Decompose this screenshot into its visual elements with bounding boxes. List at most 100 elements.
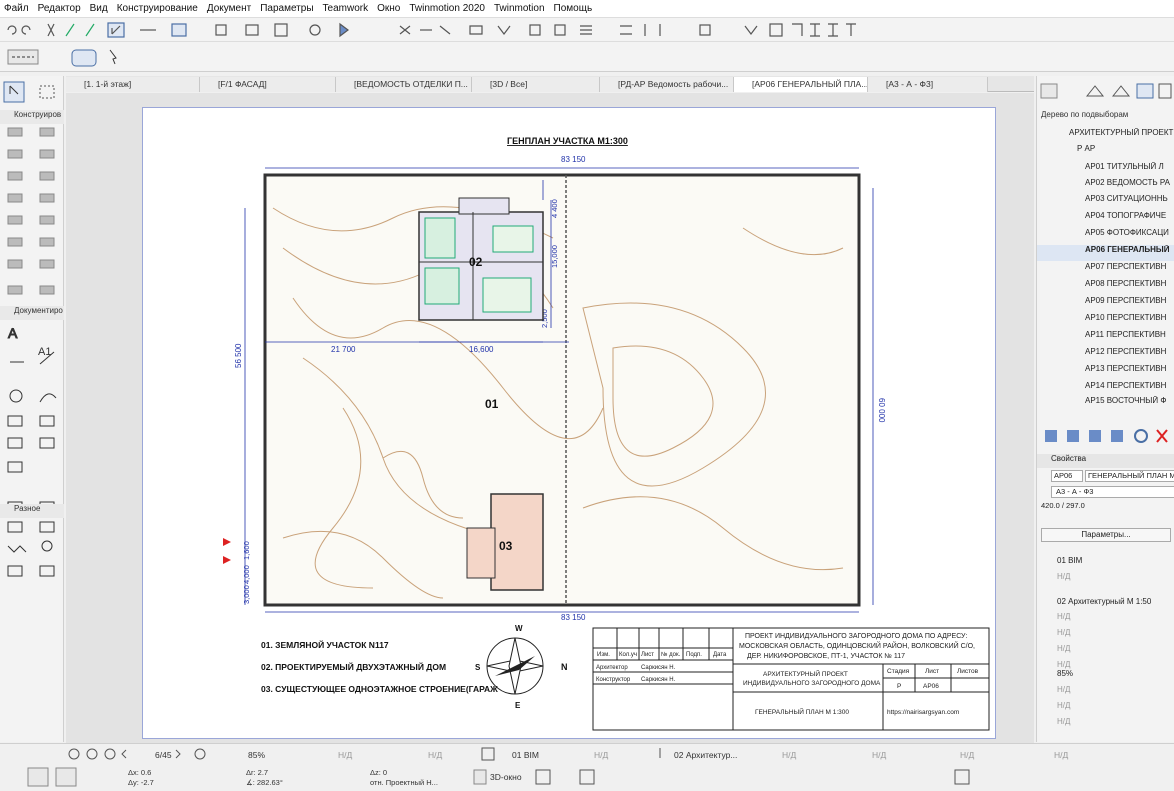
wall-icon: [7, 127, 23, 137]
tree-item-ar03[interactable]: АР03 СИТУАЦИОННЬ: [1037, 194, 1174, 210]
status-view[interactable]: 02 Архитектур...: [674, 750, 737, 760]
compass-rose: [486, 637, 544, 695]
zoom-in-icon: [86, 748, 98, 760]
menu-design[interactable]: Конструирование: [117, 3, 198, 14]
dim-16600: 16,600: [469, 345, 494, 354]
coord-reference[interactable]: отн. Проектный Н...: [370, 778, 438, 787]
group-icon: [529, 24, 541, 36]
toolbox: A Конструиров Документиро A1 Разное: [0, 76, 64, 742]
library-icon: [769, 23, 783, 37]
dim-4000: 4,000: [242, 565, 251, 584]
rp-nd-1[interactable]: Н/Д: [1037, 572, 1174, 588]
properties-header[interactable]: Свойства: [1037, 454, 1174, 468]
tb-sheet-title: ГЕНЕРАЛЬНЫЙ ПЛАН М 1:300: [755, 707, 849, 716]
menu-help[interactable]: Помощь: [554, 3, 593, 14]
tree-item-ar04[interactable]: АР04 ТОПОГРАФИЧЕ: [1037, 211, 1174, 227]
menu-teamwork[interactable]: Teamwork: [323, 3, 369, 14]
rp-nd-6[interactable]: Н/Д: [1037, 685, 1174, 701]
rp-nd-4[interactable]: Н/Д: [1037, 644, 1174, 660]
tree-item-ar11[interactable]: АР11 ПЕРСПЕКТИВН: [1037, 330, 1174, 346]
tab-rd-ar[interactable]: [РД-АР Ведомость рабочи...: [600, 77, 734, 92]
tree-item-ar13[interactable]: АР13 ПЕРСПЕКТИВН: [1037, 364, 1174, 380]
rp-layer[interactable]: 01 BIM: [1037, 556, 1174, 572]
rp-view[interactable]: 02 Архитектурный М 1:50: [1037, 597, 1174, 613]
tb-subject1: АРХИТЕКТУРНЫЙ ПРОЕКТ: [763, 669, 848, 678]
tree-item-ar01[interactable]: АР01 ТИТУЛЬНЫЙ Л: [1037, 162, 1174, 178]
menu-file[interactable]: Файл: [4, 3, 29, 14]
menu-options[interactable]: Параметры: [260, 3, 313, 14]
tb-stage: Р: [897, 683, 901, 690]
params-button[interactable]: Параметры...: [1041, 528, 1171, 542]
menu-edit[interactable]: Редактор: [38, 3, 81, 14]
guide-icon: [55, 767, 77, 787]
menu-twinmotion[interactable]: Twinmotion: [494, 3, 545, 14]
toolbar2-icons: [7, 49, 117, 67]
section-more[interactable]: Разное: [0, 504, 64, 518]
tree-item-ar08[interactable]: АР08 ПЕРСПЕКТИВН: [1037, 279, 1174, 295]
stair-icon: [7, 237, 23, 247]
menu-view[interactable]: Вид: [90, 3, 108, 14]
coord-dy: Δy: -2.7: [128, 778, 154, 787]
prop-id-field[interactable]: АР06: [1051, 470, 1083, 482]
roof-icon: [39, 193, 55, 203]
menu-twinmotion-2020[interactable]: Twinmotion 2020: [409, 3, 485, 14]
undo-icon: [7, 25, 17, 35]
tb-col-kol: Кол.уч: [619, 652, 637, 658]
rp-nd-7[interactable]: Н/Д: [1037, 701, 1174, 717]
section-design[interactable]: Конструиров: [0, 110, 64, 124]
tree-item-ar06[interactable]: АР06 ГЕНЕРАЛЬНЫЙ: [1037, 245, 1174, 261]
railing-icon: [39, 237, 55, 247]
3d-window-button[interactable]: 3D-окно: [490, 772, 522, 782]
tree-item-ar05[interactable]: АР05 ФОТОФИКСАЦИ: [1037, 228, 1174, 244]
polyline-icon: [39, 437, 55, 449]
new-subset-icon: [1067, 430, 1079, 442]
tab-ar06[interactable]: [АР06 ГЕНЕРАЛЬНЫЙ ПЛА...: [734, 77, 868, 92]
status-nd-3: Н/Д: [594, 750, 609, 760]
rp-nd-3[interactable]: Н/Д: [1037, 628, 1174, 644]
rp-zoom[interactable]: 85%: [1037, 669, 1174, 685]
tab-3d[interactable]: [3D / Все]: [472, 77, 600, 92]
zoom-level[interactable]: 85%: [248, 750, 265, 760]
tree-item-ar09[interactable]: АР09 ПЕРСПЕКТИВН: [1037, 296, 1174, 312]
tree-item-ar15[interactable]: АР15 ВОСТОЧНЫЙ Ф: [1037, 396, 1174, 412]
tree-item-ar07[interactable]: АР07 ПЕРСПЕКТИВН: [1037, 262, 1174, 278]
tree-item-ar10[interactable]: АР10 ПЕРСПЕКТИВН: [1037, 313, 1174, 329]
next-page-icon: [175, 749, 181, 759]
coord-dr: Δr: 2.7: [246, 768, 269, 777]
compass-n: N: [561, 662, 568, 672]
status-layer[interactable]: 01 BIM: [512, 750, 539, 760]
menu-window[interactable]: Окно: [377, 3, 400, 14]
grid-snap-icon: [171, 23, 187, 37]
tree-item-ar[interactable]: Р АР: [1037, 144, 1174, 160]
label-tool-text[interactable]: A1: [38, 346, 51, 358]
prop-layout-field[interactable]: А3 - А - Ф3: [1051, 486, 1174, 498]
compass-w: W: [515, 624, 523, 633]
tab-floor-1[interactable]: [1. 1-й этаж]: [66, 77, 200, 92]
zone-icon: [7, 285, 23, 295]
menu-document[interactable]: Документ: [207, 3, 251, 14]
layout-canvas[interactable]: 83 150 83 150 21 700 16,600 56 500 60 00…: [66, 93, 1034, 743]
trim-icon: [399, 25, 411, 35]
coord-dx: Δx: 0.6: [128, 768, 152, 777]
slab-icon: [7, 193, 23, 203]
tab-a3[interactable]: [А3 - А - Ф3]: [868, 77, 988, 92]
tab-finishing-schedule[interactable]: [ВЕДОМОСТЬ ОТДЕЛКИ П...: [336, 77, 472, 92]
rp-nd-8[interactable]: Н/Д: [1037, 717, 1174, 733]
adjust-icon: [439, 25, 451, 35]
info-box-toolbar: [0, 42, 1174, 72]
tree-item-ar14[interactable]: АР14 ПЕРСПЕКТИВН: [1037, 381, 1174, 397]
dim-15000: 15,000: [550, 245, 559, 268]
tree-item-ar12[interactable]: АР12 ПЕРСПЕКТИВН: [1037, 347, 1174, 363]
legend-item-2: 02. ПРОЕКТИРУЕМЫЙ ДВУХЭТАЖНЫЙ ДОМ: [261, 661, 446, 672]
section-document[interactable]: Документиро: [0, 306, 64, 320]
rp-nd-2[interactable]: Н/Д: [1037, 612, 1174, 628]
tab-facade[interactable]: [F/1 ФАСАД]: [200, 77, 336, 92]
status-bar: 6/45 85% Н/Д Н/Д 01 BIM Н/Д 02 Архитекту…: [0, 743, 1174, 790]
tb-address1: МОСКОВСКАЯ ОБЛАСТЬ, ОДИНЦОВСКИЙ РАЙОН, В…: [739, 641, 975, 650]
redo-icon: [21, 25, 31, 35]
dim-bottom: 83 150: [561, 613, 586, 622]
tree-item-ar02[interactable]: АР02 ВЕДОМОСТЬ РА: [1037, 178, 1174, 194]
tree-item-project[interactable]: АРХИТЕКТУРНЫЙ ПРОЕКТ: [1037, 128, 1174, 144]
view-tabs: [1. 1-й этаж] [F/1 ФАСАД] [ВЕДОМОСТЬ ОТД…: [66, 76, 1034, 92]
prop-name-field[interactable]: ГЕНЕРАЛЬНЫЙ ПЛАН М: [1085, 470, 1174, 482]
